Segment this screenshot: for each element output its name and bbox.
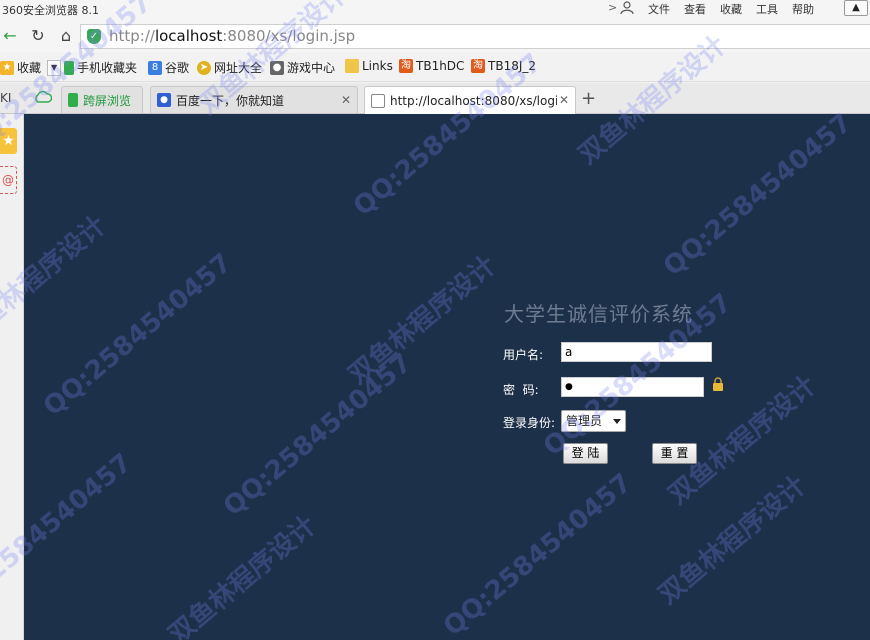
bookmark-google[interactable]: 8 谷歌 [148,59,189,76]
page-title: 大学生诚信评价系统 [504,302,693,326]
chevron-right-icon[interactable]: > [608,1,617,14]
bookmark-label: Links [362,59,393,73]
url-text[interactable]: http://localhost:8080/xs/login.jsp [109,27,355,45]
tab-label: 跨屏浏览 [83,93,132,108]
password-field[interactable]: ● [561,377,704,397]
url-prefix: http:// [109,27,155,45]
bookmark-mobile[interactable]: 手机收藏夹 [64,59,137,76]
phone-icon [68,93,78,107]
bookmarks-bar: ★ 收藏 ▼ 手机收藏夹 8 谷歌 ➤ 网址大全 ● 游戏中心 Links 淘 … [0,52,870,82]
refresh-icon[interactable]: ↻ [28,26,48,46]
bookmark-label: 网址大全 [214,61,263,75]
menu-favorites[interactable]: 收藏 [720,1,742,17]
bookmark-label: 手机收藏夹 [77,61,138,75]
reset-button[interactable]: 重 置 [652,443,697,464]
url-field[interactable]: ✓ http://localhost:8080/xs/login.jsp [80,24,870,49]
tab-label: http://localhost:8080/xs/login [390,93,566,108]
cloud-icon[interactable] [34,89,53,105]
menu-tools[interactable]: 工具 [756,1,778,17]
taobao-icon: 淘 [399,59,413,73]
bookmark-label: 谷歌 [165,61,190,75]
shirt-icon: ▲ [852,2,860,13]
bookmark-label: TB18J_2 [488,59,537,73]
menu-bar: 文件 查看 收藏 工具 帮助 [648,1,828,17]
bookmark-label: 收藏 [17,61,42,75]
gamepad-icon: ● [270,60,284,75]
browser-sidebar: ★ @ [0,114,24,640]
url-path: :8080/xs/login.jsp [222,27,356,45]
role-select[interactable]: 管理员 [561,410,626,432]
tab-bar: KI 跨屏浏览 ● 百度一下，你就知道 ✕ http://localhost:8… [0,83,870,114]
taobao-icon: 淘 [471,59,485,73]
bookmark-directory[interactable]: ➤ 网址大全 [197,59,262,76]
home-icon[interactable]: ⌂ [56,26,76,46]
role-label: 登录身份: [503,416,556,430]
title-bar: 360安全浏览器 8.1 > 文件 查看 收藏 工具 帮助 ▲ [0,0,870,20]
menu-file[interactable]: 文件 [648,1,670,17]
lock-icon [712,377,724,391]
close-icon[interactable]: ✕ [341,93,351,107]
login-page: 大学生诚信评价系统 用户名: a 密 码: ● 登录身份: 管理员 登 陆 重 … [24,114,870,640]
back-arrow-icon[interactable]: ← [0,26,20,46]
login-button[interactable]: 登 陆 [563,443,608,464]
chevron-down-icon[interactable]: ▼ [47,59,62,76]
new-tab-plus-icon[interactable]: + [581,88,596,109]
address-bar: ← ↻ ⌂ ✓ http://localhost:8080/xs/login.j… [0,20,870,52]
phone-icon [64,60,74,75]
security-shield-icon: ✓ [87,29,101,44]
star-icon: ★ [0,60,14,75]
window-title: 360安全浏览器 8.1 [2,4,99,17]
baidu-paw-icon: ● [157,93,171,107]
user-icon[interactable] [620,0,634,15]
url-host: localhost [154,27,223,45]
bookmark-tb1hdc[interactable]: 淘 TB1hDC [399,59,464,73]
chevron-down-icon [613,419,621,424]
tab-cross-screen[interactable]: 跨屏浏览 [61,86,143,113]
weibo-icon[interactable]: @ [0,166,17,194]
bookmark-games[interactable]: ● 游戏中心 [270,59,335,76]
tab-login[interactable]: http://localhost:8080/xs/login ✕ [364,86,576,114]
bookmark-tb18j[interactable]: 淘 TB18J_2 [471,59,536,73]
tab-label: 百度一下，你就知道 [176,93,285,108]
role-selected-value: 管理员 [566,414,603,428]
favorites-star-icon[interactable]: ★ [0,128,17,154]
folder-icon [345,59,359,73]
bookmark-favorites[interactable]: ★ 收藏 ▼ [0,59,62,76]
username-label: 用户名: [503,348,544,362]
google-icon: 8 [148,60,162,75]
password-label: 密 码: [503,383,539,397]
sidebar-toggle-icon[interactable]: KI [0,91,11,105]
bookmark-label: 游戏中心 [287,61,336,75]
skin-button[interactable]: ▲ [844,0,868,16]
menu-view[interactable]: 查看 [684,1,706,17]
menu-help[interactable]: 帮助 [792,1,814,17]
page-icon [371,93,385,108]
compass-icon: ➤ [197,60,211,75]
close-icon[interactable]: ✕ [556,93,569,107]
bookmark-label: TB1hDC [416,59,465,73]
bookmark-links[interactable]: Links [345,59,393,73]
tab-baidu[interactable]: ● 百度一下，你就知道 ✕ [150,86,358,113]
username-field[interactable]: a [561,342,712,362]
